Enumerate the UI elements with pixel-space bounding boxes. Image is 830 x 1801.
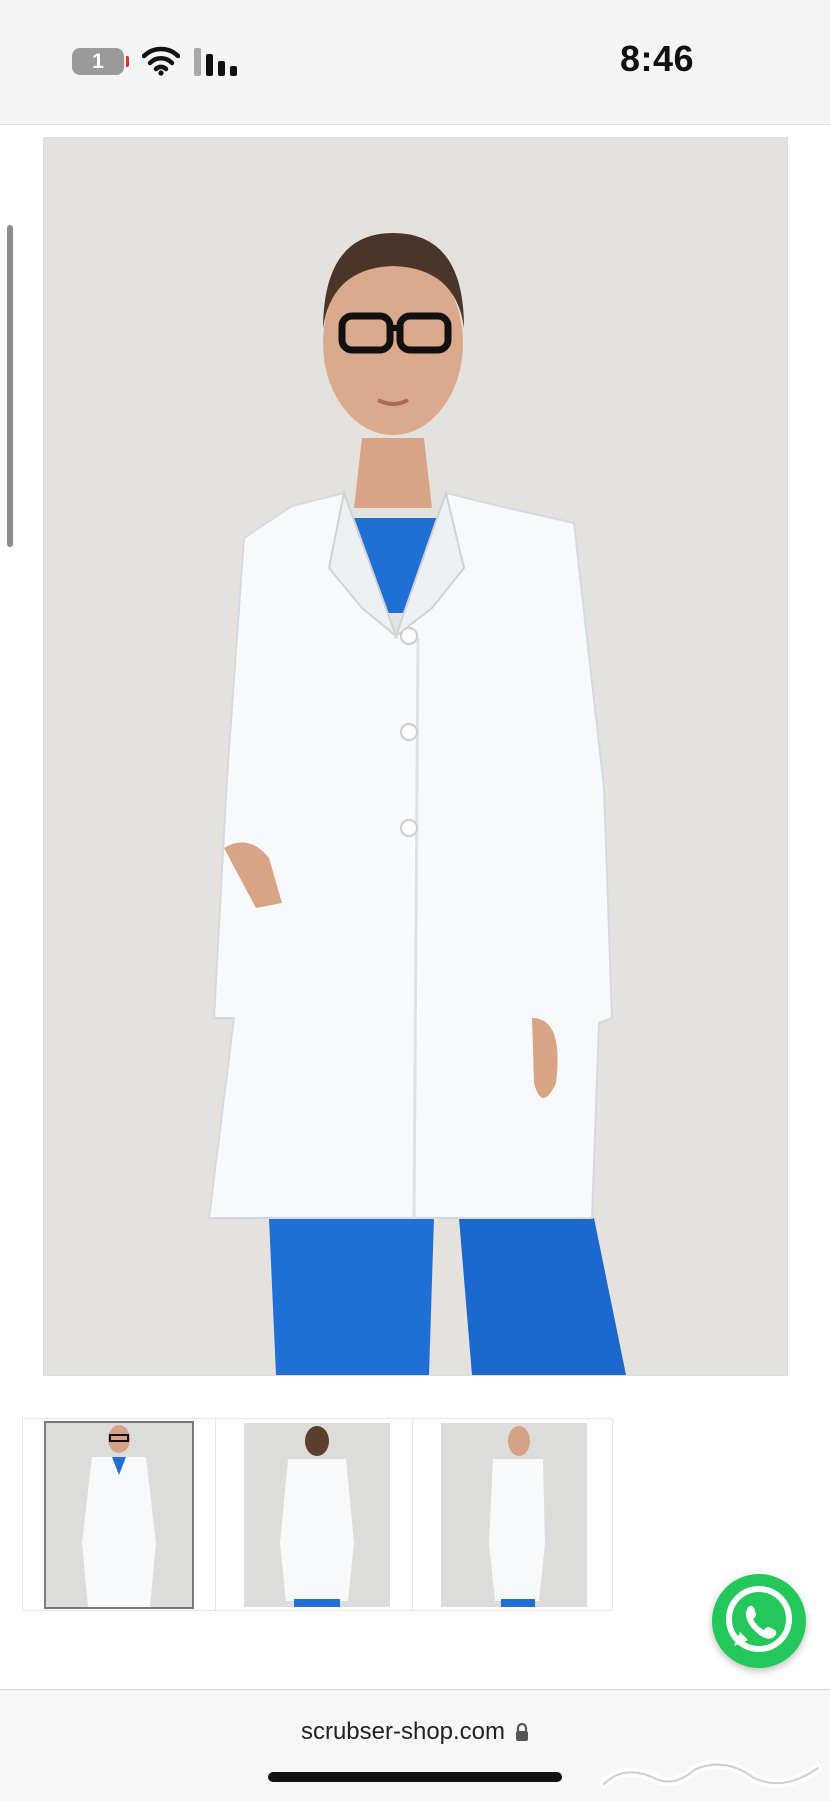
thumbnail-divider: [215, 1419, 216, 1610]
url-text: scrubser-shop.com: [300, 1718, 506, 1745]
battery-level: 1: [92, 50, 104, 73]
wifi-icon: [142, 46, 180, 76]
thumbnail-strip: [22, 1418, 613, 1611]
thumbnail-side-image: [441, 1423, 587, 1607]
thumbnail-front-view[interactable]: [44, 1421, 194, 1609]
home-indicator[interactable]: [268, 1772, 562, 1782]
browser-address-bar[interactable]: scrubser-shop.com: [0, 1689, 830, 1801]
url-display[interactable]: scrubser-shop.com: [0, 1718, 830, 1746]
thumbnail-side-view[interactable]: [441, 1423, 587, 1607]
signal-icon: [194, 48, 237, 76]
thumbnail-divider: [412, 1419, 413, 1610]
whatsapp-chat-button[interactable]: [712, 1574, 806, 1668]
scroll-indicator[interactable]: [7, 225, 13, 547]
lab-coat-model-illustration: [44, 138, 787, 1375]
whatsapp-icon: [726, 1586, 792, 1652]
battery-icon: 1: [72, 48, 129, 75]
thumbnail-front-image: [46, 1423, 192, 1607]
status-time: 8:46: [620, 38, 695, 79]
thumbnail-back-image: [244, 1423, 390, 1607]
lock-icon: [516, 1723, 529, 1741]
status-bar: 1 8:46: [0, 0, 830, 125]
product-main-image[interactable]: [43, 137, 788, 1376]
thumbnail-back-view[interactable]: [244, 1423, 390, 1607]
haraj-watermark-logo: [599, 1760, 823, 1789]
